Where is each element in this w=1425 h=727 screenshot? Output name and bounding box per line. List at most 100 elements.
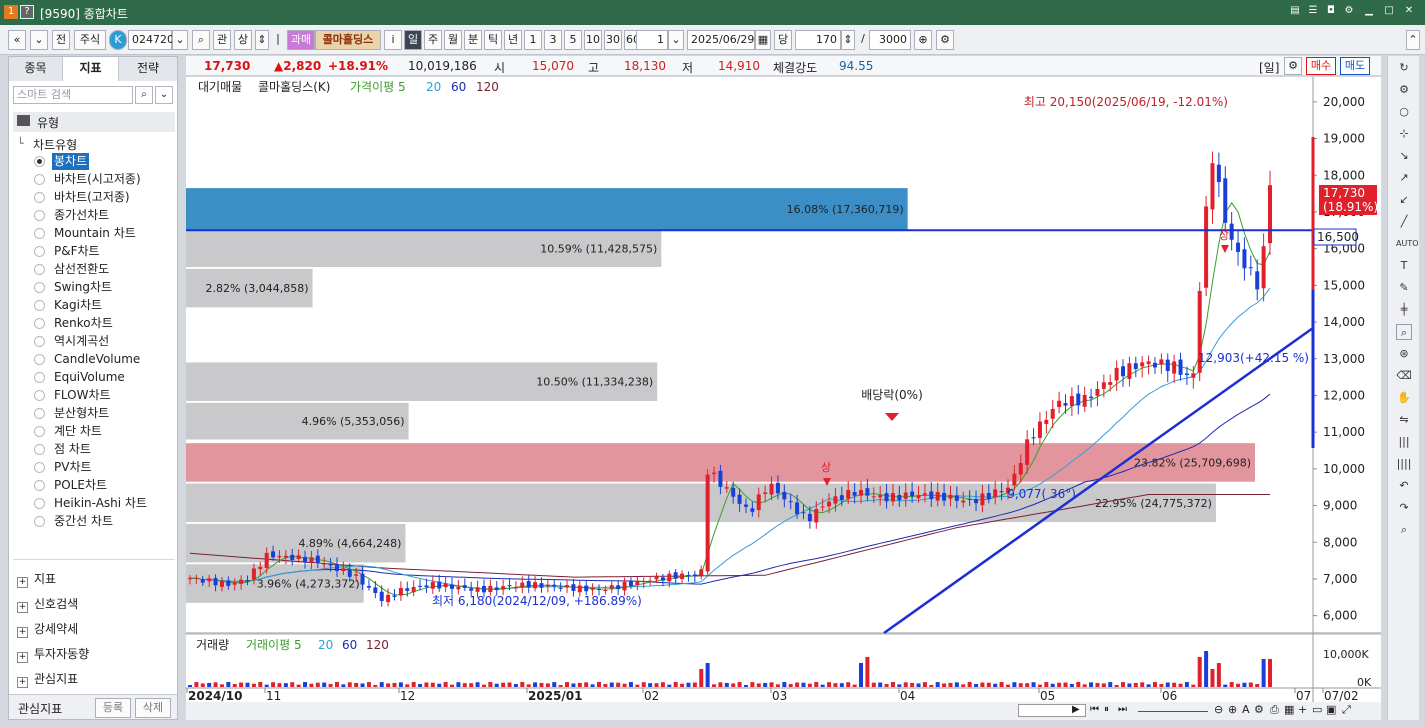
text-tool-icon[interactable]: T — [1396, 258, 1412, 274]
candle-body — [763, 492, 768, 494]
x-tick-label: 04 — [900, 689, 915, 703]
legend-item[interactable]: 대기매물 — [198, 80, 242, 94]
volume-legend-item[interactable]: 60 — [342, 638, 357, 652]
window-icon[interactable]: ▣ — [1326, 703, 1336, 716]
volume-legend-item[interactable]: 거래이평 5 — [246, 638, 302, 652]
volume-bar — [986, 682, 991, 687]
candle-body — [545, 584, 550, 587]
volume-bar — [258, 682, 263, 687]
volume-bar — [775, 684, 780, 687]
candle-body — [1044, 419, 1049, 424]
compare-icon[interactable]: ⇋ — [1396, 412, 1412, 428]
volume-legend-item[interactable]: 20 — [318, 638, 333, 652]
magnet-icon[interactable]: ⊛ — [1396, 346, 1412, 362]
candle-body — [1248, 267, 1253, 269]
hand-icon[interactable]: ✋ — [1396, 390, 1412, 406]
erase-icon[interactable]: ⌫ — [1396, 368, 1412, 384]
x-tick-label: 2024/10 — [188, 689, 242, 703]
grid-icon[interactable]: ▦ — [1284, 703, 1294, 716]
refresh-icon[interactable]: ↻ — [1396, 60, 1412, 76]
volume-bar — [386, 683, 391, 687]
legend-item[interactable]: 20 — [426, 80, 441, 94]
legend-item[interactable]: 60 — [451, 80, 466, 94]
volume-bar — [1261, 659, 1266, 687]
candle-body — [986, 492, 991, 500]
auto-icon[interactable]: A — [1242, 703, 1250, 716]
candle-body — [494, 587, 499, 591]
redo-icon[interactable]: ↷ — [1396, 500, 1412, 516]
volume-bar — [961, 684, 966, 687]
volume-legend-item[interactable]: 120 — [366, 638, 389, 652]
zoom-icon[interactable]: ⌕ — [1396, 324, 1412, 340]
candle-body — [846, 490, 851, 499]
volume-bar — [641, 682, 646, 687]
volume-tick-label: 10,000K — [1323, 648, 1369, 661]
ray-tool-icon[interactable]: ↗ — [1396, 170, 1412, 186]
expand-icon[interactable]: ⤢ — [1342, 703, 1351, 717]
volume-bar — [1146, 684, 1151, 687]
undo-icon[interactable]: ↶ — [1396, 478, 1412, 494]
price-chart[interactable]: 16.08% (17,360,719) 10.59% (11,428,575) 2.… — [0, 0, 1425, 727]
scroll-right-icon[interactable]: ▶ — [1072, 704, 1080, 715]
volume-bar — [475, 682, 480, 687]
high-annotation: 최고 20,150(2025/06/19, -12.01%) — [1024, 95, 1228, 109]
scroll-bar[interactable]: ▶ ⏮ ⏸ ⏭ ⊖ ⊕ A ⚙ ⎙ ▦ + ▭ ▣ ⤢ — [186, 702, 1381, 720]
volume-bar — [296, 684, 301, 687]
trend-tool-icon[interactable]: ╱ — [1396, 214, 1412, 230]
volume-bar — [437, 683, 442, 687]
candle-body — [974, 499, 979, 504]
zoom-out-icon[interactable]: ⊖ — [1214, 703, 1223, 716]
paint-icon[interactable]: ✎ — [1396, 280, 1412, 296]
line-tool-icon[interactable]: ↘ — [1396, 148, 1412, 164]
layout-icon[interactable]: ▭ — [1312, 703, 1322, 716]
bars-icon[interactable]: ||| — [1396, 434, 1412, 450]
candle-body — [207, 578, 212, 582]
print-icon[interactable]: ⎙ — [1270, 703, 1279, 717]
candle-body — [360, 573, 365, 585]
volume-bar — [1018, 683, 1023, 687]
volume-bar — [354, 682, 359, 687]
candle-body — [750, 508, 755, 512]
volume-bar — [1114, 684, 1119, 687]
candle-body — [565, 585, 570, 588]
volume-bar — [667, 684, 672, 687]
x-tick-label: 03 — [772, 689, 787, 703]
candle-body — [334, 563, 339, 571]
pause-icon[interactable]: ⏸ — [1104, 704, 1109, 715]
candle-body — [910, 491, 915, 497]
candle-body — [373, 587, 378, 594]
legend-item[interactable]: 가격이평 5 — [350, 80, 406, 94]
candle-body — [309, 557, 314, 563]
legend-item[interactable]: 콜마홀딩스(K) — [258, 80, 330, 94]
volume-bar — [213, 682, 218, 687]
crosshair-icon[interactable]: ⊹ — [1396, 126, 1412, 142]
bars2-icon[interactable]: |||| — [1396, 456, 1412, 472]
auto-icon[interactable]: AUTO — [1396, 236, 1419, 252]
volume-bar — [974, 684, 979, 687]
circle-icon[interactable]: ○ — [1396, 104, 1412, 120]
volume-bar — [846, 682, 851, 687]
candle-body — [686, 574, 691, 576]
legend-item[interactable]: 120 — [476, 80, 499, 94]
candle-body — [1057, 400, 1062, 408]
volume-bar — [1108, 682, 1113, 687]
gear-icon[interactable]: ⚙ — [1396, 82, 1412, 98]
zoom-in-icon[interactable]: ⊕ — [1228, 703, 1237, 716]
ray2-tool-icon[interactable]: ↙ — [1396, 192, 1412, 208]
candle-body — [1121, 366, 1126, 377]
volume-bar — [552, 682, 557, 687]
search-icon[interactable]: ⌕ — [1396, 522, 1412, 538]
candle-body — [1223, 178, 1228, 223]
plus-icon[interactable]: + — [1298, 703, 1307, 716]
volume-bar — [303, 682, 308, 687]
volume-legend-item[interactable]: 거래량 — [196, 638, 229, 652]
last-icon[interactable]: ⏭ — [1118, 704, 1127, 715]
volume-bar — [1172, 682, 1177, 687]
candle-icon[interactable]: ╪ — [1396, 302, 1412, 318]
first-icon[interactable]: ⏮ — [1090, 704, 1099, 715]
gear-icon[interactable]: ⚙ — [1254, 703, 1264, 716]
candle-body — [322, 563, 327, 565]
candle-body — [283, 555, 288, 558]
candle-body — [948, 494, 953, 499]
zoom-slider[interactable] — [1138, 711, 1208, 712]
